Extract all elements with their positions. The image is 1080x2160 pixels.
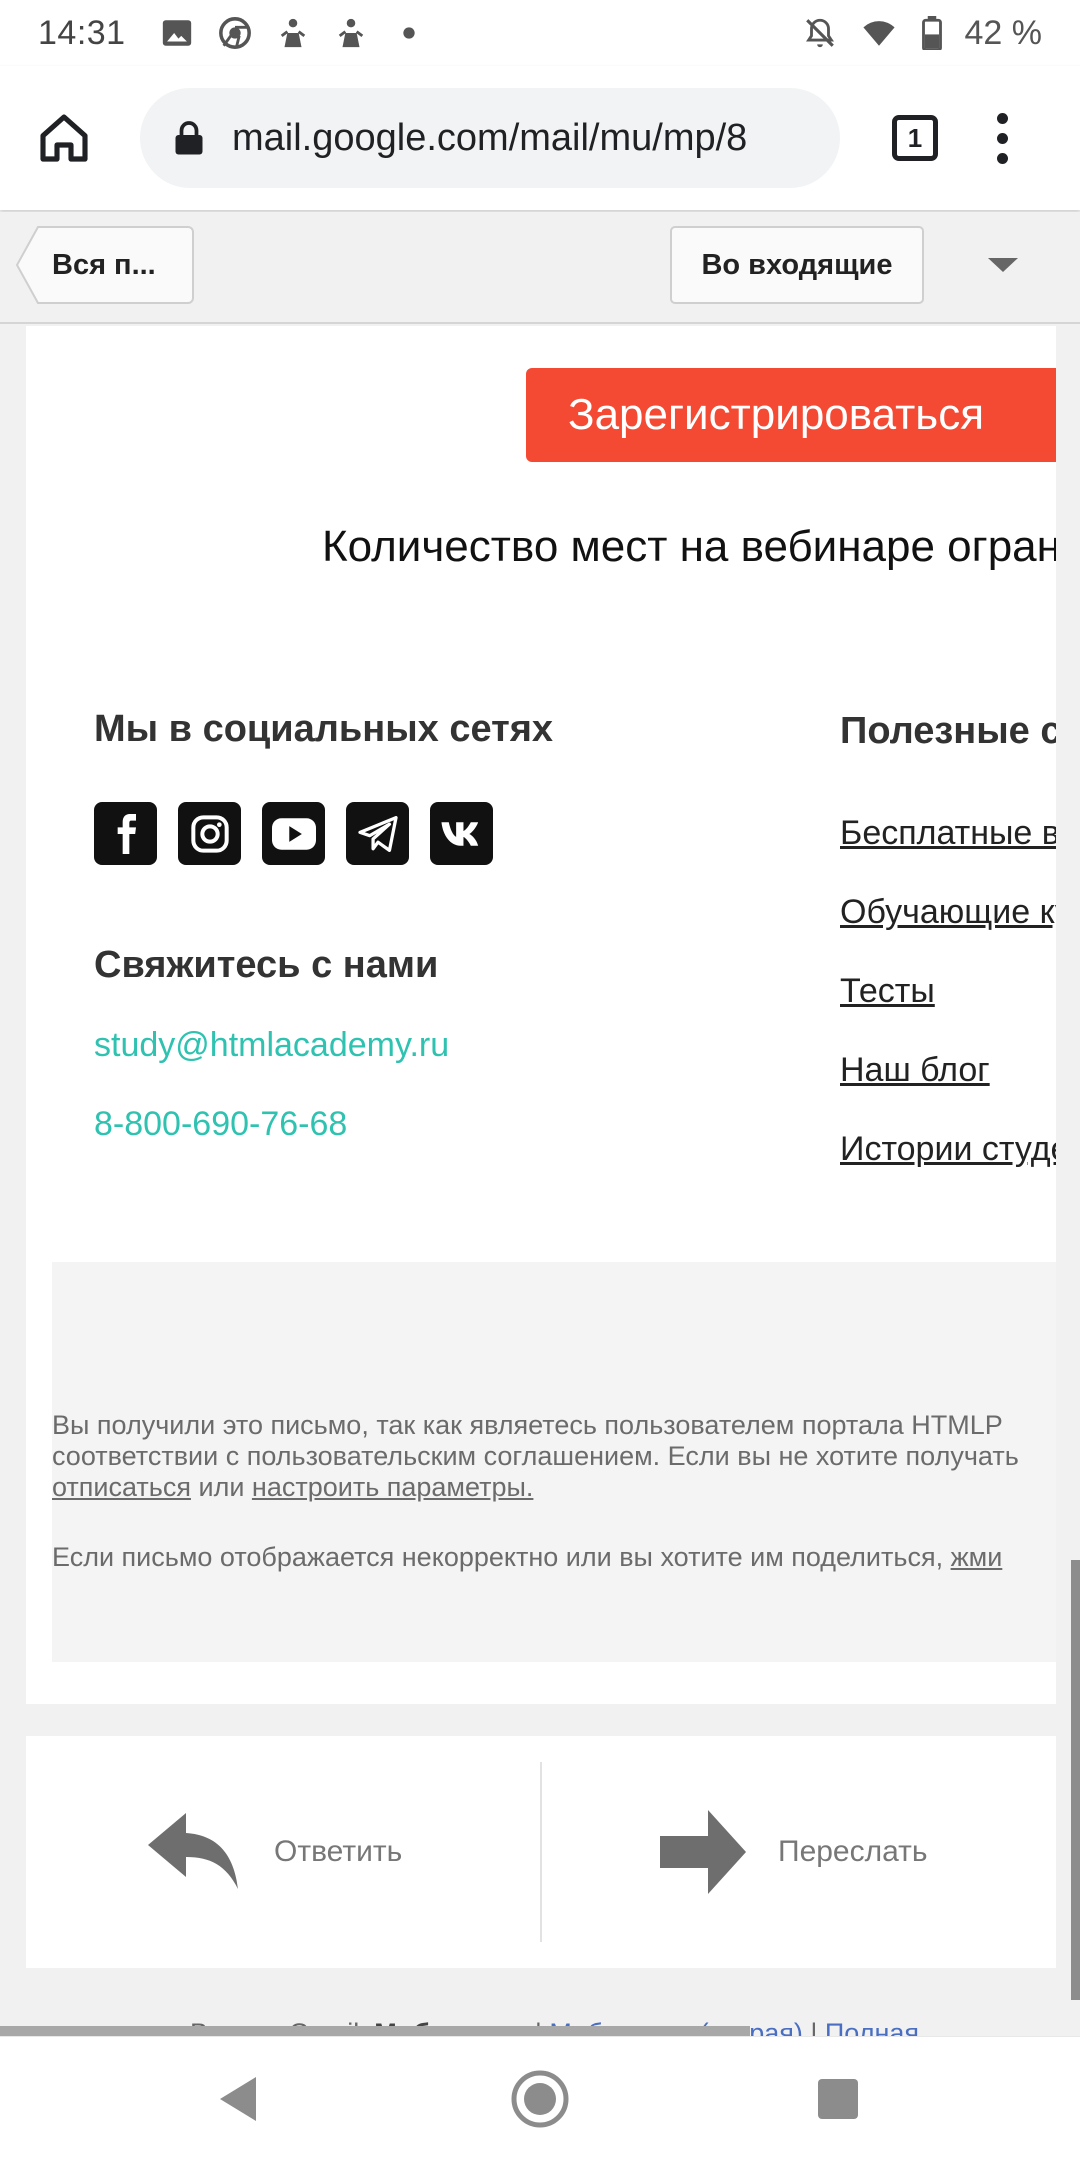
useful-links-title: Полезные ссылки [840, 710, 1056, 752]
forward-label: Переслать [778, 1835, 928, 1868]
page-scrollbar[interactable] [1071, 1560, 1080, 2000]
reply-label: Ответить [274, 1835, 403, 1868]
footer-notice-line4: Если письмо отображается некорректно или… [52, 1542, 1002, 1573]
contact-email-link[interactable]: study@htmlacademy.ru [94, 1026, 449, 1065]
contact-title: Свяжитесь с нами [94, 944, 439, 986]
battery-level: 42 % [964, 13, 1043, 52]
tab-switcher-button[interactable]: 1 [892, 115, 938, 161]
seat-limit-text: Количество мест на вебинаре ограничено [322, 522, 1056, 571]
app-icon [338, 18, 363, 48]
home-circle-icon[interactable] [510, 2069, 570, 2129]
link-student-stories[interactable]: Истории студентов [840, 1130, 1056, 1169]
vk-icon[interactable] [430, 802, 493, 865]
facebook-icon[interactable] [94, 802, 157, 865]
move-to-inbox-button[interactable]: Во входящие [670, 226, 924, 304]
email-body: Зарегистрироваться Количество мест на ве… [26, 326, 1056, 1704]
footer-view-online-text: Если письмо отображается некорректно или… [52, 1542, 944, 1572]
app-icon [280, 18, 305, 48]
link-free-webinars[interactable]: Бесплатные вебинары [840, 814, 1056, 853]
bell-off-icon [805, 18, 834, 48]
wifi-icon [862, 21, 895, 46]
dot-icon [402, 27, 415, 39]
chevron-down-icon[interactable] [988, 258, 1018, 272]
reply-button[interactable]: Ответить [146, 1736, 402, 1968]
footer-notice-line2: соответствии с пользовательским соглашен… [52, 1441, 1019, 1471]
clock: 14:31 [38, 13, 126, 52]
message-actions: Ответить Переслать [26, 1736, 1056, 1968]
forward-button[interactable]: Переслать [660, 1736, 928, 1968]
footer-notice-line1: Вы получили это письмо, так как являетес… [52, 1410, 1003, 1440]
system-nav-bar [0, 2036, 1080, 2160]
settings-link[interactable]: настроить параметры. [252, 1472, 533, 1502]
footer-or-text: или [198, 1472, 245, 1502]
social-title: Мы в социальных сетях [94, 708, 554, 750]
horizontal-scrollbar[interactable] [0, 2026, 750, 2036]
status-bar: 14:31 42 % [0, 0, 1080, 66]
footer-notice-line3: отписаться или настроить параметры. [52, 1472, 533, 1503]
link-courses[interactable]: Обучающие курсы [840, 893, 1056, 932]
actions-divider [540, 1762, 542, 1942]
reply-icon [148, 1813, 238, 1889]
forward-icon [660, 1810, 746, 1894]
browser-toolbar: mail.google.com/mail/mu/mp/8 1 [0, 66, 1080, 210]
back-button-label: Вся п... [52, 249, 156, 281]
back-to-all-mail-button[interactable]: Вся п... [16, 226, 194, 304]
unsubscribe-link[interactable]: отписаться [52, 1472, 191, 1502]
address-bar[interactable]: mail.google.com/mail/mu/mp/8 [140, 88, 840, 188]
back-icon[interactable] [216, 2075, 260, 2123]
chrome-icon [218, 17, 251, 49]
url-text: mail.google.com/mail/mu/mp/8 [232, 116, 748, 159]
recents-icon[interactable] [818, 2079, 858, 2119]
version-full-link[interactable]: Полная [825, 2018, 919, 2038]
youtube-icon[interactable] [262, 802, 325, 865]
instagram-icon[interactable] [178, 802, 241, 865]
lock-icon [175, 121, 203, 155]
link-blog[interactable]: Наш блог [840, 1051, 990, 1090]
register-button[interactable]: Зарегистрироваться [526, 368, 1056, 462]
gmail-toolbar: Вся п... Во входящие [0, 212, 1080, 324]
battery-icon [921, 16, 942, 50]
image-icon [162, 20, 191, 46]
home-icon[interactable] [36, 110, 92, 166]
telegram-icon[interactable] [346, 802, 409, 865]
social-icons [94, 802, 493, 865]
link-tests[interactable]: Тесты [840, 972, 935, 1011]
contact-phone-link[interactable]: 8-800-690-76-68 [94, 1105, 347, 1144]
view-online-link[interactable]: жми [951, 1542, 1003, 1572]
browser-menu-button[interactable] [996, 112, 1008, 164]
